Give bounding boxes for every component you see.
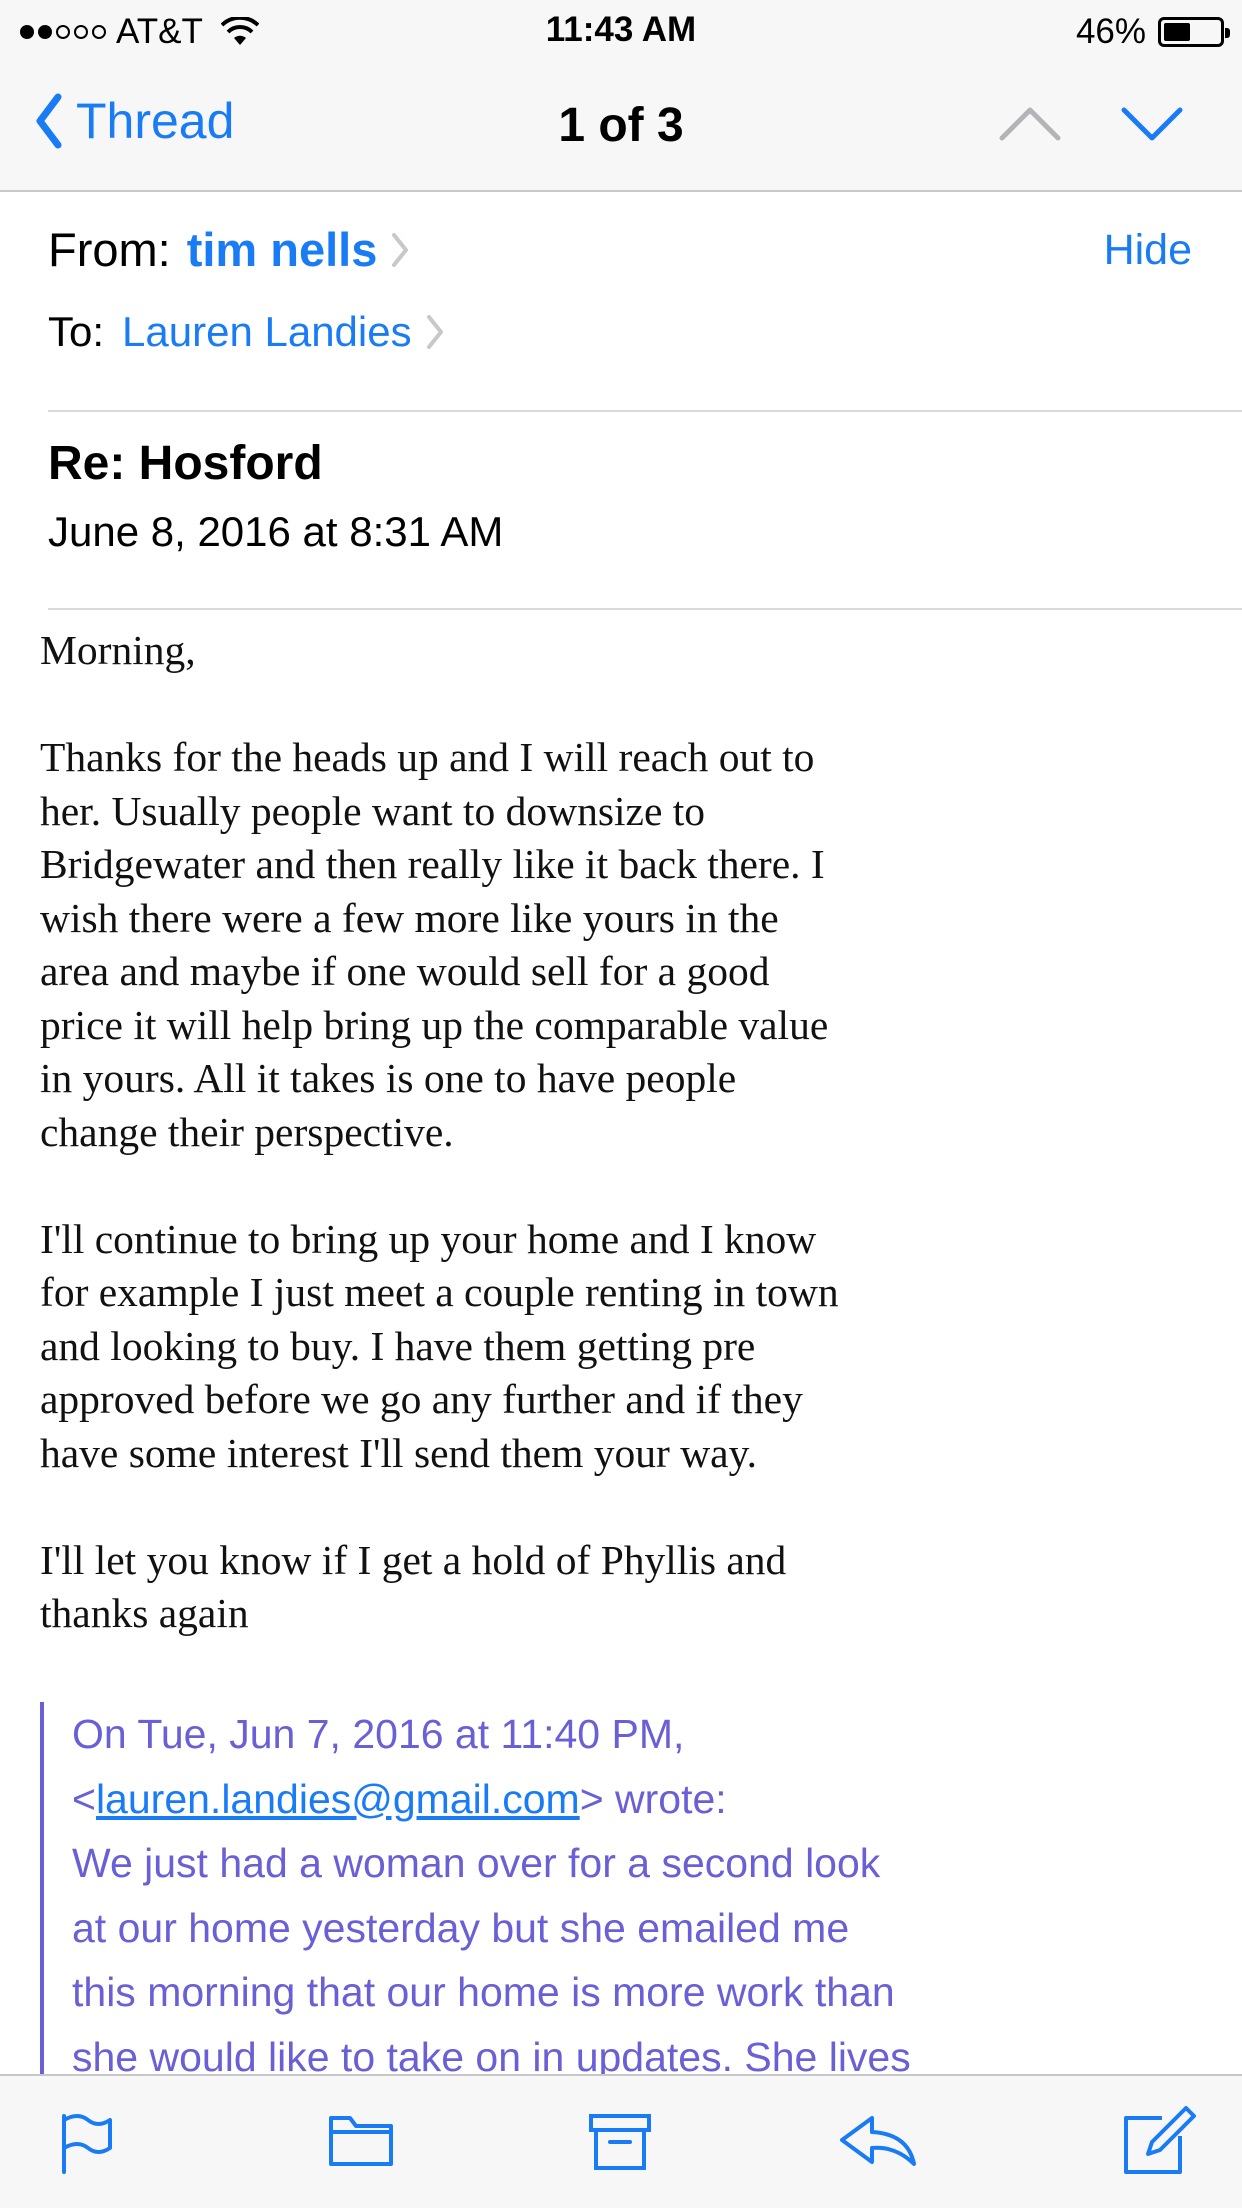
status-time: 11:43 AM bbox=[545, 10, 697, 49]
status-right: 46% bbox=[1075, 10, 1230, 54]
folder-icon[interactable] bbox=[328, 2112, 394, 2168]
quote-wrote: > wrote: bbox=[579, 1775, 727, 1822]
chevron-right-icon bbox=[426, 315, 443, 349]
battery-percent: 46% bbox=[1075, 12, 1146, 51]
to-label: To: bbox=[48, 308, 105, 355]
status-bar: AT&T 11:43 AM 46% bbox=[0, 0, 1242, 62]
reply-icon[interactable] bbox=[838, 2112, 918, 2168]
quote-attribution: On Tue, Jun 7, 2016 at 11:40 PM, bbox=[72, 1711, 685, 1757]
quote-text: We just had a woman over for a second lo… bbox=[72, 1840, 911, 2080]
to-row: To: Lauren Landies bbox=[48, 308, 444, 356]
email-link[interactable]: lauren.landies@gmail.com bbox=[96, 1776, 580, 1822]
subject-divider bbox=[48, 608, 1242, 610]
bottom-toolbar bbox=[0, 2074, 1242, 2208]
quoted-message: On Tue, Jun 7, 2016 at 11:40 PM, <lauren… bbox=[40, 1702, 1072, 2122]
email-date: June 8, 2016 at 8:31 AM bbox=[48, 508, 504, 555]
quote-sender-line: <lauren.landies@gmail.com> wrote: bbox=[72, 1767, 1072, 1832]
email-body: Morning, Thanks for the heads up and I w… bbox=[40, 624, 1040, 1694]
archive-icon[interactable] bbox=[588, 2112, 652, 2172]
previous-message-button[interactable] bbox=[998, 102, 1062, 146]
sender-name[interactable]: tim nells bbox=[187, 222, 378, 277]
from-row: From: tim nells bbox=[48, 222, 409, 277]
quote-bracket: < bbox=[72, 1775, 96, 1822]
recipient-name[interactable]: Lauren Landies bbox=[122, 308, 412, 356]
header-divider bbox=[48, 410, 1242, 412]
body-paragraph: I'll continue to bring up your home and … bbox=[40, 1215, 839, 1476]
navigation-bar: Thread 1 of 3 bbox=[0, 62, 1242, 192]
flag-icon[interactable] bbox=[58, 2112, 114, 2176]
chevron-right-icon bbox=[392, 232, 409, 267]
body-paragraph: Thanks for the heads up and I will reach… bbox=[40, 734, 829, 1155]
battery-icon bbox=[1158, 17, 1230, 47]
body-paragraph: I'll let you know if I get a hold of Phy… bbox=[40, 1536, 787, 1637]
next-message-button[interactable] bbox=[1120, 102, 1184, 146]
hide-button[interactable]: Hide bbox=[1104, 226, 1192, 275]
email-subject: Re: Hosford bbox=[48, 437, 323, 490]
body-greeting: Morning, bbox=[40, 627, 196, 673]
compose-icon[interactable] bbox=[1122, 2104, 1198, 2176]
from-label: From: bbox=[48, 223, 171, 276]
